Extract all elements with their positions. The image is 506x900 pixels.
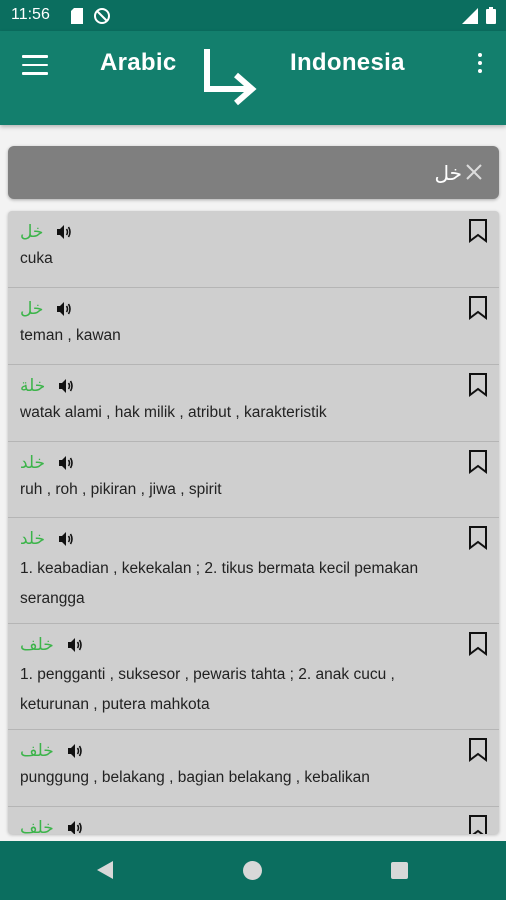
- definition: teman , kawan: [20, 327, 121, 344]
- source-language[interactable]: Arabic: [100, 49, 177, 77]
- arrow-down-right-icon[interactable]: [198, 43, 262, 109]
- entry-header: خلة: [20, 375, 75, 397]
- sd-card-icon: [70, 8, 84, 29]
- results-list[interactable]: خل cuka خل teman , kawan خلة watak alami…: [8, 211, 499, 834]
- list-item[interactable]: خلف punggung , belakang , bagian belakan…: [8, 730, 499, 807]
- battery-icon: [486, 7, 496, 29]
- definition: 1. pengganti , suksesor , pewaris tahta …: [20, 666, 395, 713]
- arabic-word: خل: [20, 222, 44, 242]
- speaker-icon[interactable]: [55, 300, 73, 318]
- arabic-word: خل: [20, 299, 44, 319]
- bookmark-icon[interactable]: [468, 296, 488, 320]
- list-item[interactable]: خلف 1. pengganti , suksesor , pewaris ta…: [8, 624, 499, 730]
- bookmark-icon[interactable]: [468, 632, 488, 656]
- bookmark-icon[interactable]: [468, 526, 488, 550]
- speaker-icon[interactable]: [57, 530, 75, 548]
- speaker-icon[interactable]: [55, 223, 73, 241]
- navigation-bar: [0, 841, 506, 900]
- entry-header: خلد: [20, 452, 75, 474]
- arabic-word: خلة: [20, 376, 46, 396]
- speaker-icon[interactable]: [66, 742, 84, 760]
- bookmark-icon[interactable]: [468, 219, 488, 243]
- search-box: [8, 146, 499, 199]
- definition: 1. keabadian , kekekalan ; 2. tikus berm…: [20, 560, 419, 607]
- entry-header: خل: [20, 298, 73, 320]
- back-icon[interactable]: [95, 859, 115, 886]
- arabic-word: خلف: [20, 741, 54, 761]
- arabic-word: خلف: [20, 818, 54, 834]
- definition: ruh , roh , pikiran , jiwa , spirit: [20, 481, 222, 498]
- speaker-icon[interactable]: [66, 819, 84, 834]
- recents-icon[interactable]: [391, 862, 408, 879]
- definition: watak alami , hak milik , atribut , kara…: [20, 404, 327, 421]
- close-icon[interactable]: [464, 162, 484, 182]
- home-icon[interactable]: [243, 861, 262, 880]
- bookmark-icon[interactable]: [468, 373, 488, 397]
- status-bar: 11:56: [0, 0, 506, 31]
- list-item[interactable]: خلد 1. keabadian , kekekalan ; 2. tikus …: [8, 518, 499, 624]
- status-time: 11:56: [11, 6, 50, 23]
- definition: cuka: [20, 250, 53, 267]
- list-item[interactable]: خلة watak alami , hak milik , atribut , …: [8, 365, 499, 442]
- list-item[interactable]: خلف: [8, 807, 499, 834]
- target-language[interactable]: Indonesia: [290, 49, 405, 77]
- entry-header: خل: [20, 221, 73, 243]
- speaker-icon[interactable]: [57, 454, 75, 472]
- speaker-icon[interactable]: [57, 377, 75, 395]
- list-item[interactable]: خل teman , kawan: [8, 288, 499, 365]
- search-input[interactable]: [22, 146, 462, 199]
- hamburger-menu-icon[interactable]: [22, 55, 48, 75]
- more-vert-icon[interactable]: [474, 53, 486, 79]
- signal-icon: [462, 8, 478, 29]
- entry-header: خلد: [20, 528, 75, 550]
- arabic-word: خلد: [20, 529, 46, 549]
- list-item[interactable]: خلد ruh , roh , pikiran , jiwa , spirit: [8, 442, 499, 518]
- speaker-icon[interactable]: [66, 636, 84, 654]
- bookmark-icon[interactable]: [468, 738, 488, 762]
- bookmark-icon[interactable]: [468, 450, 488, 474]
- no-sync-icon: [93, 7, 111, 30]
- bookmark-icon[interactable]: [468, 815, 488, 834]
- app-bar: Arabic Indonesia: [0, 31, 506, 125]
- list-item[interactable]: خل cuka: [8, 211, 499, 288]
- definition: punggung , belakang , bagian belakang , …: [20, 769, 370, 786]
- arabic-word: خلف: [20, 635, 54, 655]
- arabic-word: خلد: [20, 453, 46, 473]
- entry-header: خلف: [20, 740, 84, 762]
- entry-header: خلف: [20, 634, 84, 656]
- entry-header: خلف: [20, 817, 84, 834]
